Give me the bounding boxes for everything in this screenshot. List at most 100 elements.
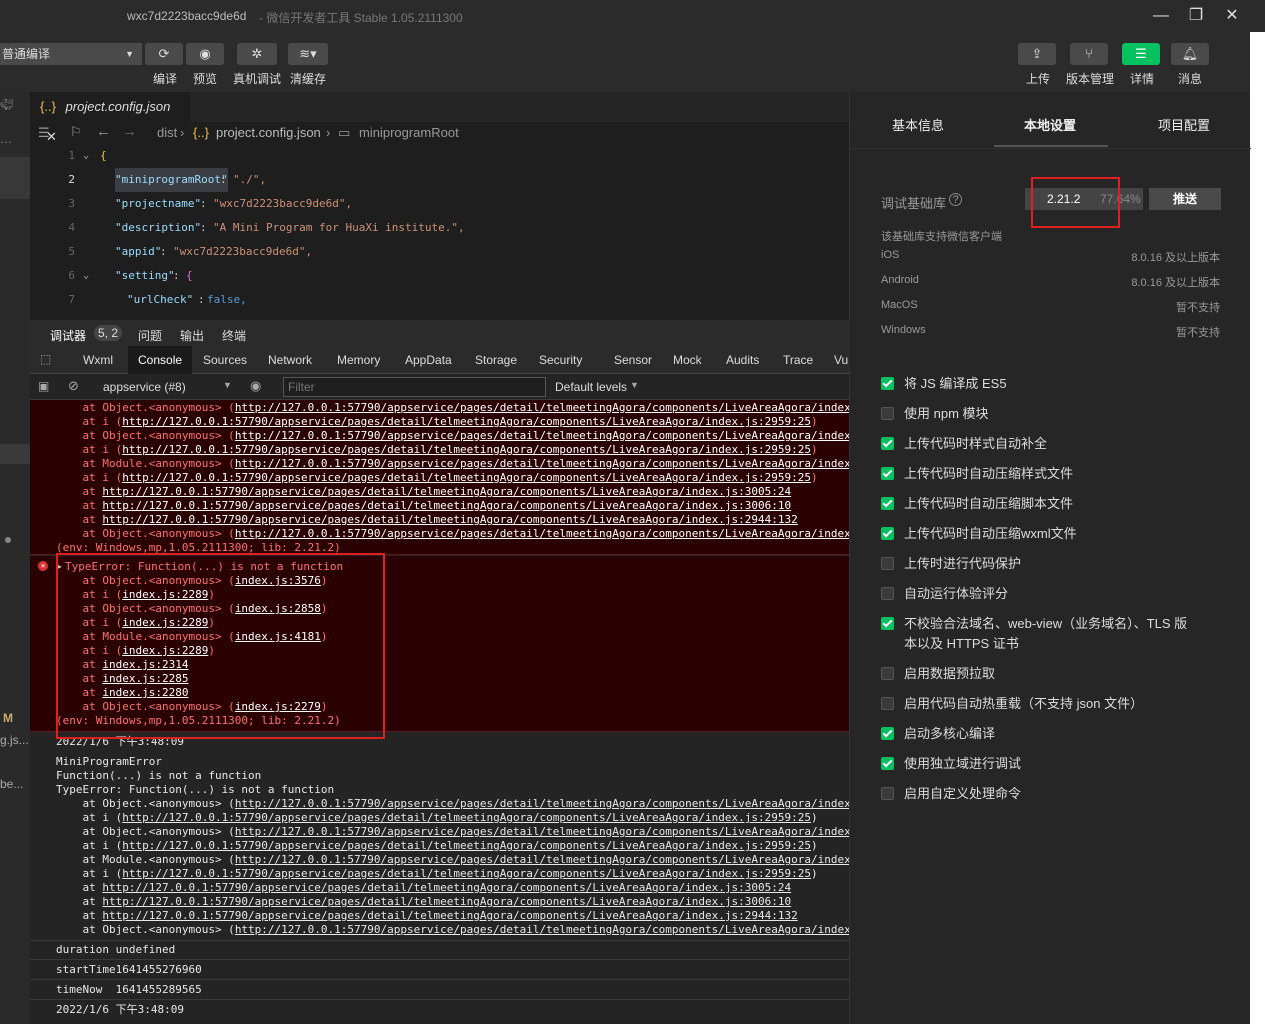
option-checkbox-row[interactable]: 自动运行体验评分 — [881, 584, 1221, 604]
checkbox[interactable] — [881, 697, 894, 710]
compile-mode-select[interactable]: 普通编译 ▼ — [0, 43, 142, 65]
tab-sensor[interactable]: Sensor — [614, 353, 652, 367]
source-link[interactable]: http://127.0.0.1:57790/appservice/pages/… — [102, 881, 791, 894]
option-checkbox-row[interactable]: 上传代码时样式自动补全 — [881, 434, 1221, 454]
option-checkbox-row[interactable]: 使用独立域进行调试 — [881, 754, 1221, 774]
back-arrow-icon[interactable]: ← — [96, 123, 111, 140]
tab-local-settings[interactable]: 本地设置 — [1024, 115, 1076, 134]
context-select[interactable]: appservice (#8) — [103, 380, 186, 394]
bookmark-icon[interactable]: ⚐ — [70, 124, 82, 140]
source-link[interactable]: http://127.0.0.1:57790/appservice/pages/… — [102, 895, 791, 908]
source-link[interactable]: http://127.0.0.1:57790/appservice/pages/… — [235, 527, 849, 540]
tab-audits[interactable]: Audits — [726, 353, 759, 367]
checkbox[interactable] — [881, 727, 894, 740]
source-link[interactable]: http://127.0.0.1:57790/appservice/pages/… — [122, 839, 811, 852]
minimize-button[interactable]: — — [1149, 4, 1173, 28]
breadcrumb-item-key[interactable]: miniprogramRoot — [359, 125, 459, 140]
source-link[interactable]: http://127.0.0.1:57790/appservice/pages/… — [122, 867, 811, 880]
tab-vue[interactable]: Vu — [834, 353, 848, 367]
tab-console[interactable]: Console — [128, 346, 193, 374]
inspect-icon[interactable]: ⬚ — [40, 352, 51, 366]
tab-wxml[interactable]: Wxml — [83, 353, 113, 367]
source-link[interactable]: http://127.0.0.1:57790/appservice/pages/… — [122, 811, 811, 824]
sidebar-toggle-icon[interactable]: ▣ — [38, 379, 49, 393]
clear-cache-button[interactable]: ≋▾ — [288, 43, 328, 65]
editor-tab[interactable]: {..} project.config.json ✕ — [30, 92, 190, 144]
fold-icon[interactable]: ⌄ — [83, 144, 89, 168]
tab-output[interactable]: 输出 — [180, 327, 204, 344]
close-window-button[interactable]: ✕ — [1220, 4, 1244, 28]
eye-icon[interactable]: ◉ — [250, 378, 261, 394]
details-button[interactable]: ☰ — [1122, 43, 1160, 65]
help-icon[interactable]: ? — [949, 193, 962, 206]
source-link[interactable]: http://127.0.0.1:57790/appservice/pages/… — [235, 923, 849, 936]
tab-network[interactable]: Network — [268, 353, 312, 367]
clear-console-icon[interactable]: ⊘ — [68, 378, 79, 394]
source-link[interactable]: http://127.0.0.1:57790/appservice/pages/… — [235, 429, 849, 442]
upload-button[interactable]: ⇪ — [1018, 43, 1056, 65]
option-checkbox-row[interactable]: 上传代码时自动压缩脚本文件 — [881, 494, 1221, 514]
source-link[interactable]: http://127.0.0.1:57790/appservice/pages/… — [122, 415, 811, 428]
option-checkbox-row[interactable]: 将 JS 编译成 ES5 — [881, 374, 1221, 394]
tab-mock[interactable]: Mock — [673, 353, 702, 367]
checkbox[interactable] — [881, 617, 894, 630]
whale-icon[interactable]: 🐳︎ — [0, 98, 14, 111]
tab-sources[interactable]: Sources — [203, 353, 247, 367]
checkbox[interactable] — [881, 437, 894, 450]
checkbox[interactable] — [881, 407, 894, 420]
tab-issues[interactable]: 问题 — [138, 327, 162, 344]
tab-storage[interactable]: Storage — [475, 353, 517, 367]
option-checkbox-row[interactable]: 上传代码时自动压缩wxml文件 — [881, 524, 1221, 544]
checkbox[interactable] — [881, 467, 894, 480]
breadcrumb-item-file[interactable]: project.config.json — [216, 125, 321, 140]
source-link[interactable]: http://127.0.0.1:57790/appservice/pages/… — [235, 825, 849, 838]
option-checkbox-row[interactable]: 不校验合法域名、web-view（业务域名）、TLS 版本以及 HTTPS 证书 — [881, 614, 1221, 654]
source-link[interactable]: http://127.0.0.1:57790/appservice/pages/… — [102, 513, 797, 526]
remote-debug-button[interactable]: ✲ — [237, 43, 277, 65]
checkbox[interactable] — [881, 377, 894, 390]
source-link[interactable]: http://127.0.0.1:57790/appservice/pages/… — [102, 485, 791, 498]
option-checkbox-row[interactable]: 启用代码自动热重载（不支持 json 文件） — [881, 694, 1221, 714]
source-link[interactable]: http://127.0.0.1:57790/appservice/pages/… — [235, 457, 849, 470]
activity-item[interactable] — [0, 444, 30, 464]
tab-appdata[interactable]: AppData — [405, 353, 452, 367]
tab-terminal[interactable]: 终端 — [222, 327, 246, 344]
checkbox[interactable] — [881, 527, 894, 540]
source-link[interactable]: http://127.0.0.1:57790/appservice/pages/… — [122, 471, 811, 484]
list-icon[interactable]: ☰ — [38, 125, 50, 141]
option-checkbox-row[interactable]: 启用数据预拉取 — [881, 664, 1221, 684]
checkbox[interactable] — [881, 787, 894, 800]
maximize-button[interactable]: ❐ — [1184, 4, 1208, 28]
checkbox[interactable] — [881, 667, 894, 680]
log-levels-select[interactable]: Default levels — [555, 380, 627, 394]
source-link[interactable]: http://127.0.0.1:57790/appservice/pages/… — [235, 853, 849, 866]
option-checkbox-row[interactable]: 启动多核心编译 — [881, 724, 1221, 744]
source-link[interactable]: http://127.0.0.1:57790/appservice/pages/… — [102, 909, 797, 922]
tab-trace[interactable]: Trace — [783, 353, 813, 367]
tab-memory[interactable]: Memory — [337, 353, 380, 367]
active-activity[interactable] — [0, 157, 30, 199]
messages-button[interactable]: 🔔︎ — [1171, 43, 1209, 65]
tab-project-config[interactable]: 项目配置 — [1158, 115, 1210, 134]
source-link[interactable]: http://127.0.0.1:57790/appservice/pages/… — [235, 401, 849, 414]
tab-basic-info[interactable]: 基本信息 — [892, 115, 944, 134]
option-checkbox-row[interactable]: 启用自定义处理命令 — [881, 784, 1221, 804]
option-checkbox-row[interactable]: 上传时进行代码保护 — [881, 554, 1221, 574]
checkbox[interactable] — [881, 757, 894, 770]
preview-button[interactable]: ◉ — [186, 43, 224, 65]
fold-icon[interactable]: ⌄ — [83, 264, 89, 288]
source-link[interactable]: http://127.0.0.1:57790/appservice/pages/… — [102, 499, 791, 512]
option-checkbox-row[interactable]: 上传代码时自动压缩样式文件 — [881, 464, 1221, 484]
push-button[interactable]: 推送 — [1149, 188, 1221, 210]
forward-arrow-icon[interactable]: → — [122, 123, 137, 140]
breadcrumb-item-dist[interactable]: dist — [157, 125, 177, 140]
option-checkbox-row[interactable]: 使用 npm 模块 — [881, 404, 1221, 424]
console-filter-input[interactable] — [283, 377, 546, 397]
compile-button[interactable]: ⟳ — [145, 43, 183, 65]
version-button[interactable]: ⑂ — [1070, 43, 1108, 65]
checkbox[interactable] — [881, 557, 894, 570]
source-link[interactable]: http://127.0.0.1:57790/appservice/pages/… — [122, 443, 811, 456]
more-icon[interactable]: … — [0, 132, 12, 146]
checkbox[interactable] — [881, 587, 894, 600]
source-link[interactable]: http://127.0.0.1:57790/appservice/pages/… — [235, 797, 849, 810]
